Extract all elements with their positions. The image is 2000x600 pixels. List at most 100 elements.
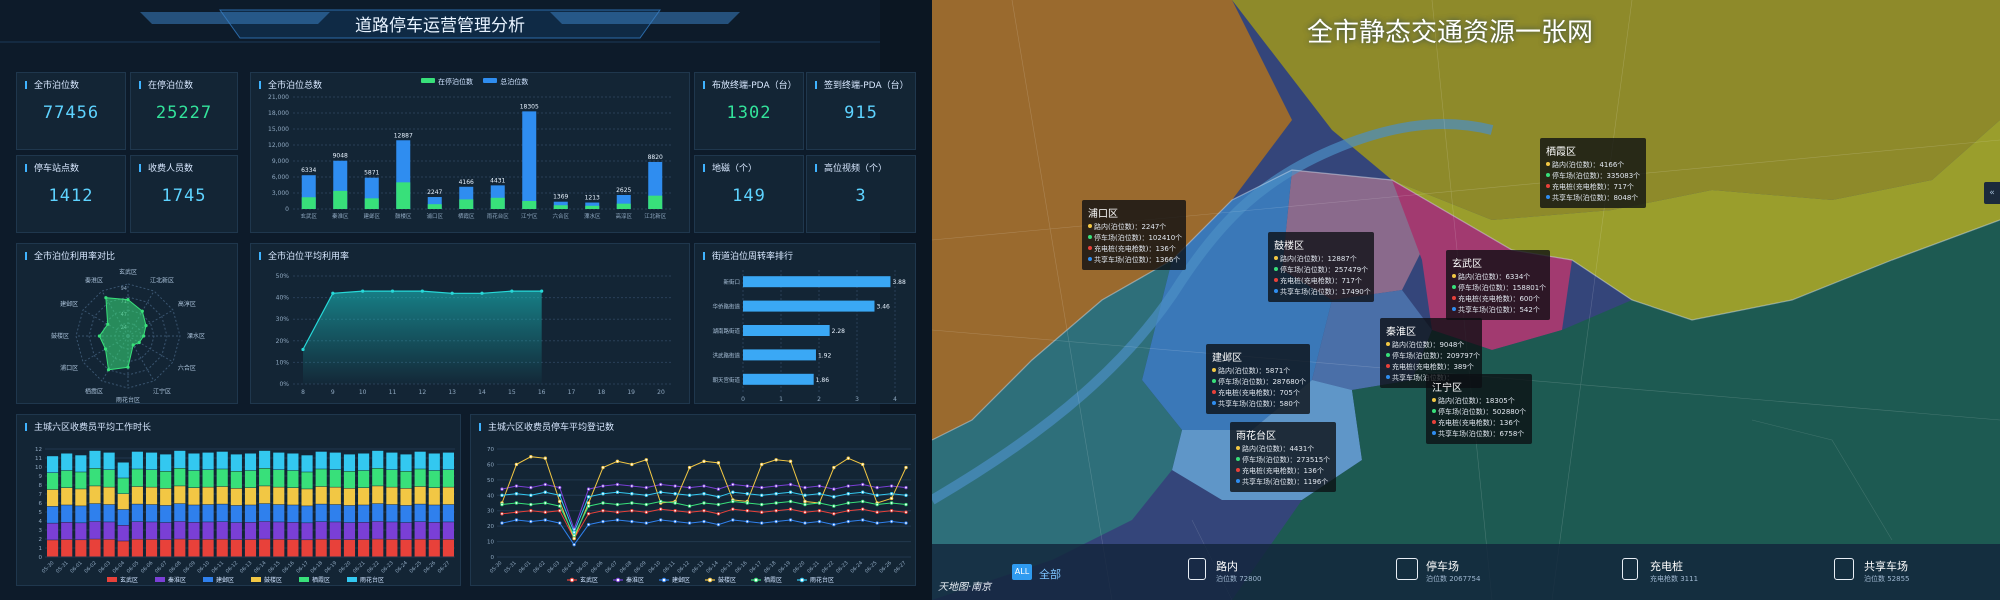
stacked-segment xyxy=(61,522,73,540)
data-point xyxy=(745,509,749,513)
data-point xyxy=(731,482,735,487)
stacked-segment xyxy=(301,540,313,557)
data-point xyxy=(644,510,648,514)
data-point xyxy=(673,492,677,496)
x-tick-label: 06-19 xyxy=(777,560,792,575)
stacked-segment xyxy=(414,504,426,522)
data-point xyxy=(716,502,721,507)
stacked-segment xyxy=(230,505,242,523)
data-point xyxy=(875,493,879,497)
stacked-segment xyxy=(188,522,200,540)
x-tick-label: 10 xyxy=(359,389,367,396)
all-badge[interactable]: ALL xyxy=(1012,564,1032,580)
stacked-segment xyxy=(75,540,87,557)
data-point xyxy=(774,519,778,524)
data-point xyxy=(832,465,836,470)
stacked-segment xyxy=(89,450,101,468)
data-point xyxy=(514,492,519,496)
collapse-arrow-icon[interactable]: « xyxy=(1984,182,2000,204)
bar-parked xyxy=(616,203,631,209)
data-point xyxy=(572,536,576,541)
bar-value-label: 4431 xyxy=(490,177,505,184)
district-callout[interactable]: 雨花台区 路内(泊位数)：4431个 停车场(泊位数)：273515个 充电桩(… xyxy=(1230,422,1336,492)
data-point xyxy=(832,504,836,508)
series-line xyxy=(501,519,907,546)
stacked-segment xyxy=(414,521,426,539)
data-point xyxy=(514,501,519,505)
x-tick-label: 06-16 xyxy=(734,560,749,575)
turnover-bar xyxy=(743,300,875,312)
district-callout[interactable]: 江宁区 路内(泊位数)：18305个 停车场(泊位数)：502880个 充电桩(… xyxy=(1426,374,1532,444)
x-tick-label: 06-23 xyxy=(835,560,850,575)
x-tick-label: 17 xyxy=(568,389,576,396)
data-point xyxy=(529,502,533,507)
stacked-segment xyxy=(301,455,313,472)
all-filter-label[interactable]: 全部 xyxy=(1039,566,1061,582)
data-point xyxy=(586,495,591,499)
y-tick-label: 1 xyxy=(39,546,43,552)
stacked-segment xyxy=(103,487,115,505)
district-callout[interactable]: 鼓楼区 路内(泊位数)：12887个 停车场(泊位数)：257479个 充电桩(… xyxy=(1268,232,1374,302)
stacked-segment xyxy=(400,471,412,489)
district-callout[interactable]: 建邺区 路内(泊位数)：5871个 停车场(泊位数)：287680个 充电桩(充… xyxy=(1206,344,1310,414)
stacked-segment xyxy=(117,494,129,510)
bar-value-label: 2.28 xyxy=(832,328,846,335)
x-tick-label: 六合区 xyxy=(552,212,569,220)
district-callout[interactable]: 浦口区 路内(泊位数)：2247个 停车场(泊位数)：102410个 充电桩(充… xyxy=(1082,200,1186,270)
data-point xyxy=(861,518,865,522)
stacked-segment xyxy=(230,454,242,471)
data-point xyxy=(514,518,519,522)
legend-label: 雨花台区 xyxy=(810,576,834,584)
data-point xyxy=(558,499,562,504)
data-point xyxy=(889,492,894,496)
x-tick-label: 06-26 xyxy=(423,560,438,575)
y-tick-label: 20% xyxy=(276,338,290,345)
bar-value-label: 5871 xyxy=(364,170,379,177)
district-callout[interactable]: 玄武区 路内(泊位数)：6334个 停车场(泊位数)：158801个 充电桩(充… xyxy=(1446,250,1550,320)
data-point xyxy=(630,492,634,496)
stacked-segment xyxy=(244,522,257,540)
kpi-value: 25227 xyxy=(155,103,213,123)
y-tick-label: 朝天宫街道 xyxy=(712,376,740,384)
stacked-segment xyxy=(329,522,341,540)
dot-icon xyxy=(1236,479,1240,483)
x-tick-label: 18 xyxy=(598,389,606,396)
data-point xyxy=(572,533,576,538)
stacked-segment xyxy=(174,539,186,557)
data-point xyxy=(846,484,850,488)
data-point xyxy=(673,501,677,505)
stacked-segment xyxy=(315,451,327,469)
data-point xyxy=(774,509,778,513)
data-point xyxy=(558,509,562,513)
data-point xyxy=(702,501,706,505)
kpi-label: 在停泊位数 xyxy=(139,78,193,91)
radar-axis-label: 雨花台区 xyxy=(116,396,140,404)
district-line: 共享车场(泊位数)：8048个 xyxy=(1552,194,1639,202)
stacked-segment xyxy=(131,504,143,522)
district-line: 充电桩(充电枪数)：705个 xyxy=(1218,389,1300,397)
x-tick-label: 06-05 xyxy=(575,560,590,575)
stacked-segment xyxy=(61,470,73,488)
x-tick-label: 06-03 xyxy=(547,560,562,575)
stacked-segment xyxy=(358,539,370,557)
stacked-segment xyxy=(428,505,440,522)
x-tick-label: 06-11 xyxy=(662,560,677,575)
data-point xyxy=(745,484,749,488)
legend-swatch xyxy=(155,577,165,582)
y-tick-label: 18,000 xyxy=(268,110,289,117)
district-callout[interactable]: 栖霞区 路内(泊位数)：4166个 停车场(泊位数)：335083个 充电桩(充… xyxy=(1540,138,1646,208)
data-point xyxy=(702,519,706,524)
data-point xyxy=(875,502,879,507)
data-point xyxy=(615,518,620,522)
data-point xyxy=(774,492,778,496)
stacked-segment xyxy=(216,521,228,539)
x-tick-label: 06-22 xyxy=(366,560,381,575)
data-point xyxy=(904,493,908,497)
data-point xyxy=(716,461,721,465)
data-point xyxy=(529,509,533,513)
district-line: 共享车场(泊位数)：542个 xyxy=(1458,306,1540,314)
stacked-segment xyxy=(202,522,214,540)
x-tick-label: 06-19 xyxy=(324,560,339,575)
dot-icon xyxy=(1212,368,1216,372)
y-tick-label: 新街口 xyxy=(723,278,740,286)
